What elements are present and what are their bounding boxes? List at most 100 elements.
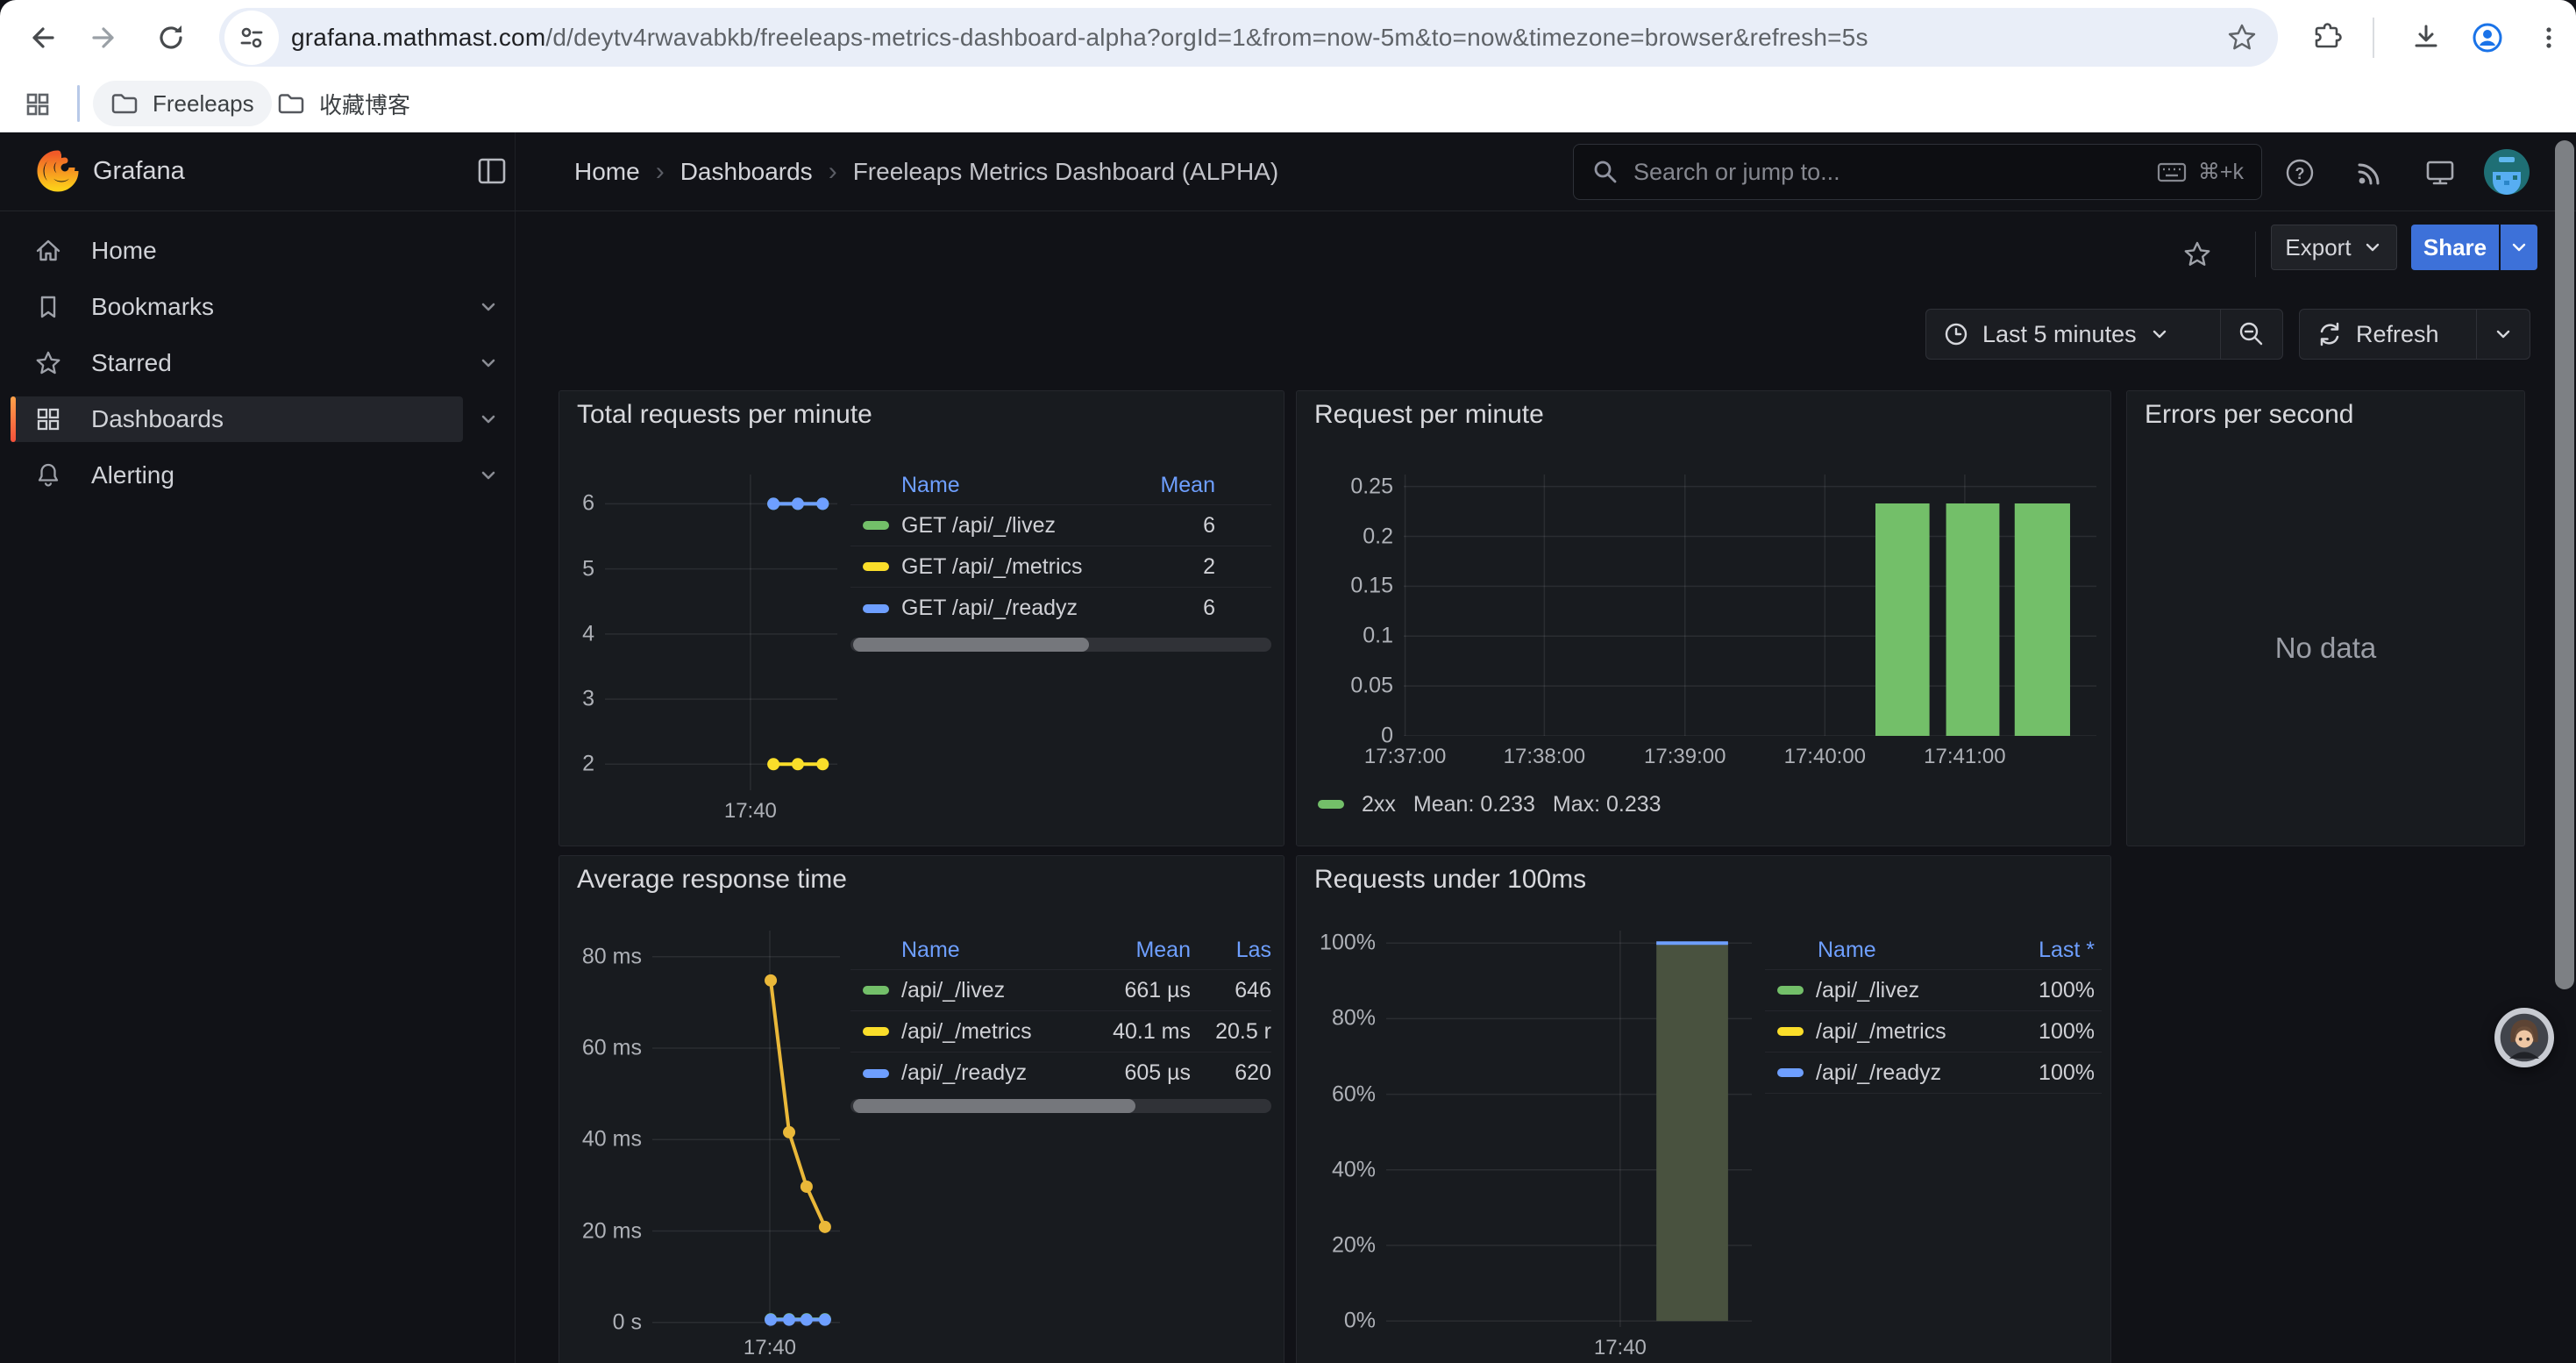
export-button[interactable]: Export [2271,225,2397,270]
legend-header-last[interactable]: Las [1191,938,1271,963]
x-axis-tick: 17:37:00 [1364,745,1446,769]
chevron-down-icon[interactable] [475,294,502,320]
legend-scrollbar-thumb[interactable] [853,638,1089,652]
series-color-green [863,521,889,530]
profile-button[interactable] [2471,21,2504,54]
legend-table: Name Mean Las /api/_/livez 661 µs 646 /a… [850,931,1271,1113]
series-mean: 661 µs [1085,978,1191,1003]
extensions-button[interactable] [2309,21,2343,54]
assistant-avatar-widget[interactable] [2494,1008,2554,1067]
apps-button[interactable] [21,88,54,121]
chevron-right-icon: › [829,157,837,187]
panel-title[interactable]: Requests under 100ms [1314,865,1586,895]
time-range-picker[interactable]: Last 5 minutes [1926,310,2220,359]
y-axis-tick: 0 s [613,1309,642,1335]
chevron-down-icon[interactable] [475,462,502,489]
series-color-yellow [863,562,889,571]
series-max: Max: 0.233 [1553,792,1662,817]
series-name[interactable]: 2xx [1362,792,1396,817]
legend-scrollbar[interactable] [850,638,1271,652]
sidebar-item-alerting[interactable]: Alerting [0,447,514,503]
refresh-label: Refresh [2356,321,2439,348]
download-button[interactable] [2409,21,2443,54]
x-axis-tick: 17:38:00 [1504,745,1585,769]
y-axis-tick: 0.1 [1363,624,1393,649]
chevron-down-icon[interactable] [475,350,502,376]
series-color-green [863,986,889,995]
breadcrumb-dashboards[interactable]: Dashboards [680,158,813,186]
sidebar-item-starred[interactable]: Starred [0,335,514,391]
grafana-logo[interactable] [35,148,81,194]
clock-icon [1942,320,1970,348]
forward-button[interactable] [89,21,122,54]
user-avatar[interactable] [2484,149,2530,195]
url-text: grafana.mathmast.com/d/deytv4rwavabkb/fr… [291,24,2225,52]
panel-title[interactable]: Errors per second [2145,400,2353,430]
series-name: /api/_/metrics [1816,1019,1946,1045]
chevron-down-icon [2149,324,2170,345]
y-axis-tick: 100% [1320,931,1376,956]
legend-header-last[interactable]: Last * [2010,938,2095,963]
x-axis-tick: 17:40:00 [1784,745,1866,769]
reload-button[interactable] [154,21,188,54]
series-mean: Mean: 0.233 [1413,792,1535,817]
sidebar-item-label: Starred [91,349,172,377]
apps-grid-icon [23,89,53,119]
legend-scrollbar-thumb[interactable] [853,1099,1135,1113]
rss-icon [2353,156,2387,189]
sidebar-divider [515,132,516,1363]
folder-icon [110,91,139,116]
search-box[interactable]: ⌘+k [1573,144,2262,200]
bookmark-folder-freeleaps[interactable]: Freeleaps [93,81,272,126]
bookmark-folder-blogs[interactable]: 收藏博客 [260,81,428,126]
panel-request-per-minute: Request per minute 0.250.20.150.10.05017… [1296,390,2111,846]
menu-button[interactable] [2532,21,2565,54]
breadcrumb-current: Freeleaps Metrics Dashboard (ALPHA) [853,158,1279,186]
news-button[interactable] [2353,156,2387,189]
y-axis-tick: 20% [1332,1232,1376,1258]
share-button[interactable]: Share [2411,225,2499,270]
sidebar-item-label: Home [91,237,157,265]
legend-header-name[interactable]: Name [850,938,1085,963]
back-button[interactable] [25,21,58,54]
panel-title[interactable]: Total requests per minute [577,400,872,430]
chevron-right-icon: › [656,157,665,187]
display-button[interactable] [2423,156,2457,189]
legend-scrollbar[interactable] [850,1099,1271,1113]
screen: grafana.mathmast.com/d/deytv4rwavabkb/fr… [0,0,2576,1363]
breadcrumb-home[interactable]: Home [574,158,640,186]
chevron-down-icon[interactable] [475,406,502,432]
legend-header-name[interactable]: Name [1767,938,2010,963]
site-info-icon[interactable] [224,11,279,65]
menu-icon [2533,22,2565,54]
legend-header-mean[interactable]: Mean [1085,938,1191,963]
series-name: /api/_/readyz [901,1060,1027,1086]
scrollbar-thumb[interactable] [2555,140,2574,989]
bookmarks-bar: Freeleaps 收藏博客 [0,75,2576,132]
sidebar-item-home[interactable]: Home [0,223,514,279]
grid-icon [33,404,63,434]
legend-header-mean[interactable]: Mean [1157,473,1215,498]
refresh-button[interactable]: Refresh [2300,310,2476,359]
forward-icon [89,22,121,54]
sidebar-item-dashboards[interactable]: Dashboards [0,391,514,447]
browser-toolbar: grafana.mathmast.com/d/deytv4rwavabkb/fr… [0,0,2576,75]
y-axis-tick: 60% [1332,1081,1376,1107]
legend-header-name[interactable]: Name [850,473,1157,498]
legend-row: /api/_/livez 100% [1765,970,2102,1011]
refresh-interval-dropdown[interactable] [2476,310,2530,359]
share-label: Share [2423,234,2487,261]
help-button[interactable]: ? [2283,156,2316,189]
mega-menu-dock-button[interactable] [476,156,508,186]
favorite-dashboard-button[interactable] [2181,239,2213,270]
search-input[interactable] [1633,159,2156,186]
sidebar-item-bookmarks[interactable]: Bookmarks [0,279,514,335]
panel-title[interactable]: Request per minute [1314,400,1544,430]
panel-title[interactable]: Average response time [577,865,847,895]
address-bar[interactable]: grafana.mathmast.com/d/deytv4rwavabkb/fr… [219,8,2278,67]
share-dropdown-button[interactable] [2501,225,2537,270]
export-label: Export [2285,234,2351,261]
zoom-out-button[interactable] [2220,310,2282,359]
bookmark-star-icon[interactable] [2225,21,2259,54]
series-name: /api/_/livez [901,978,1005,1003]
